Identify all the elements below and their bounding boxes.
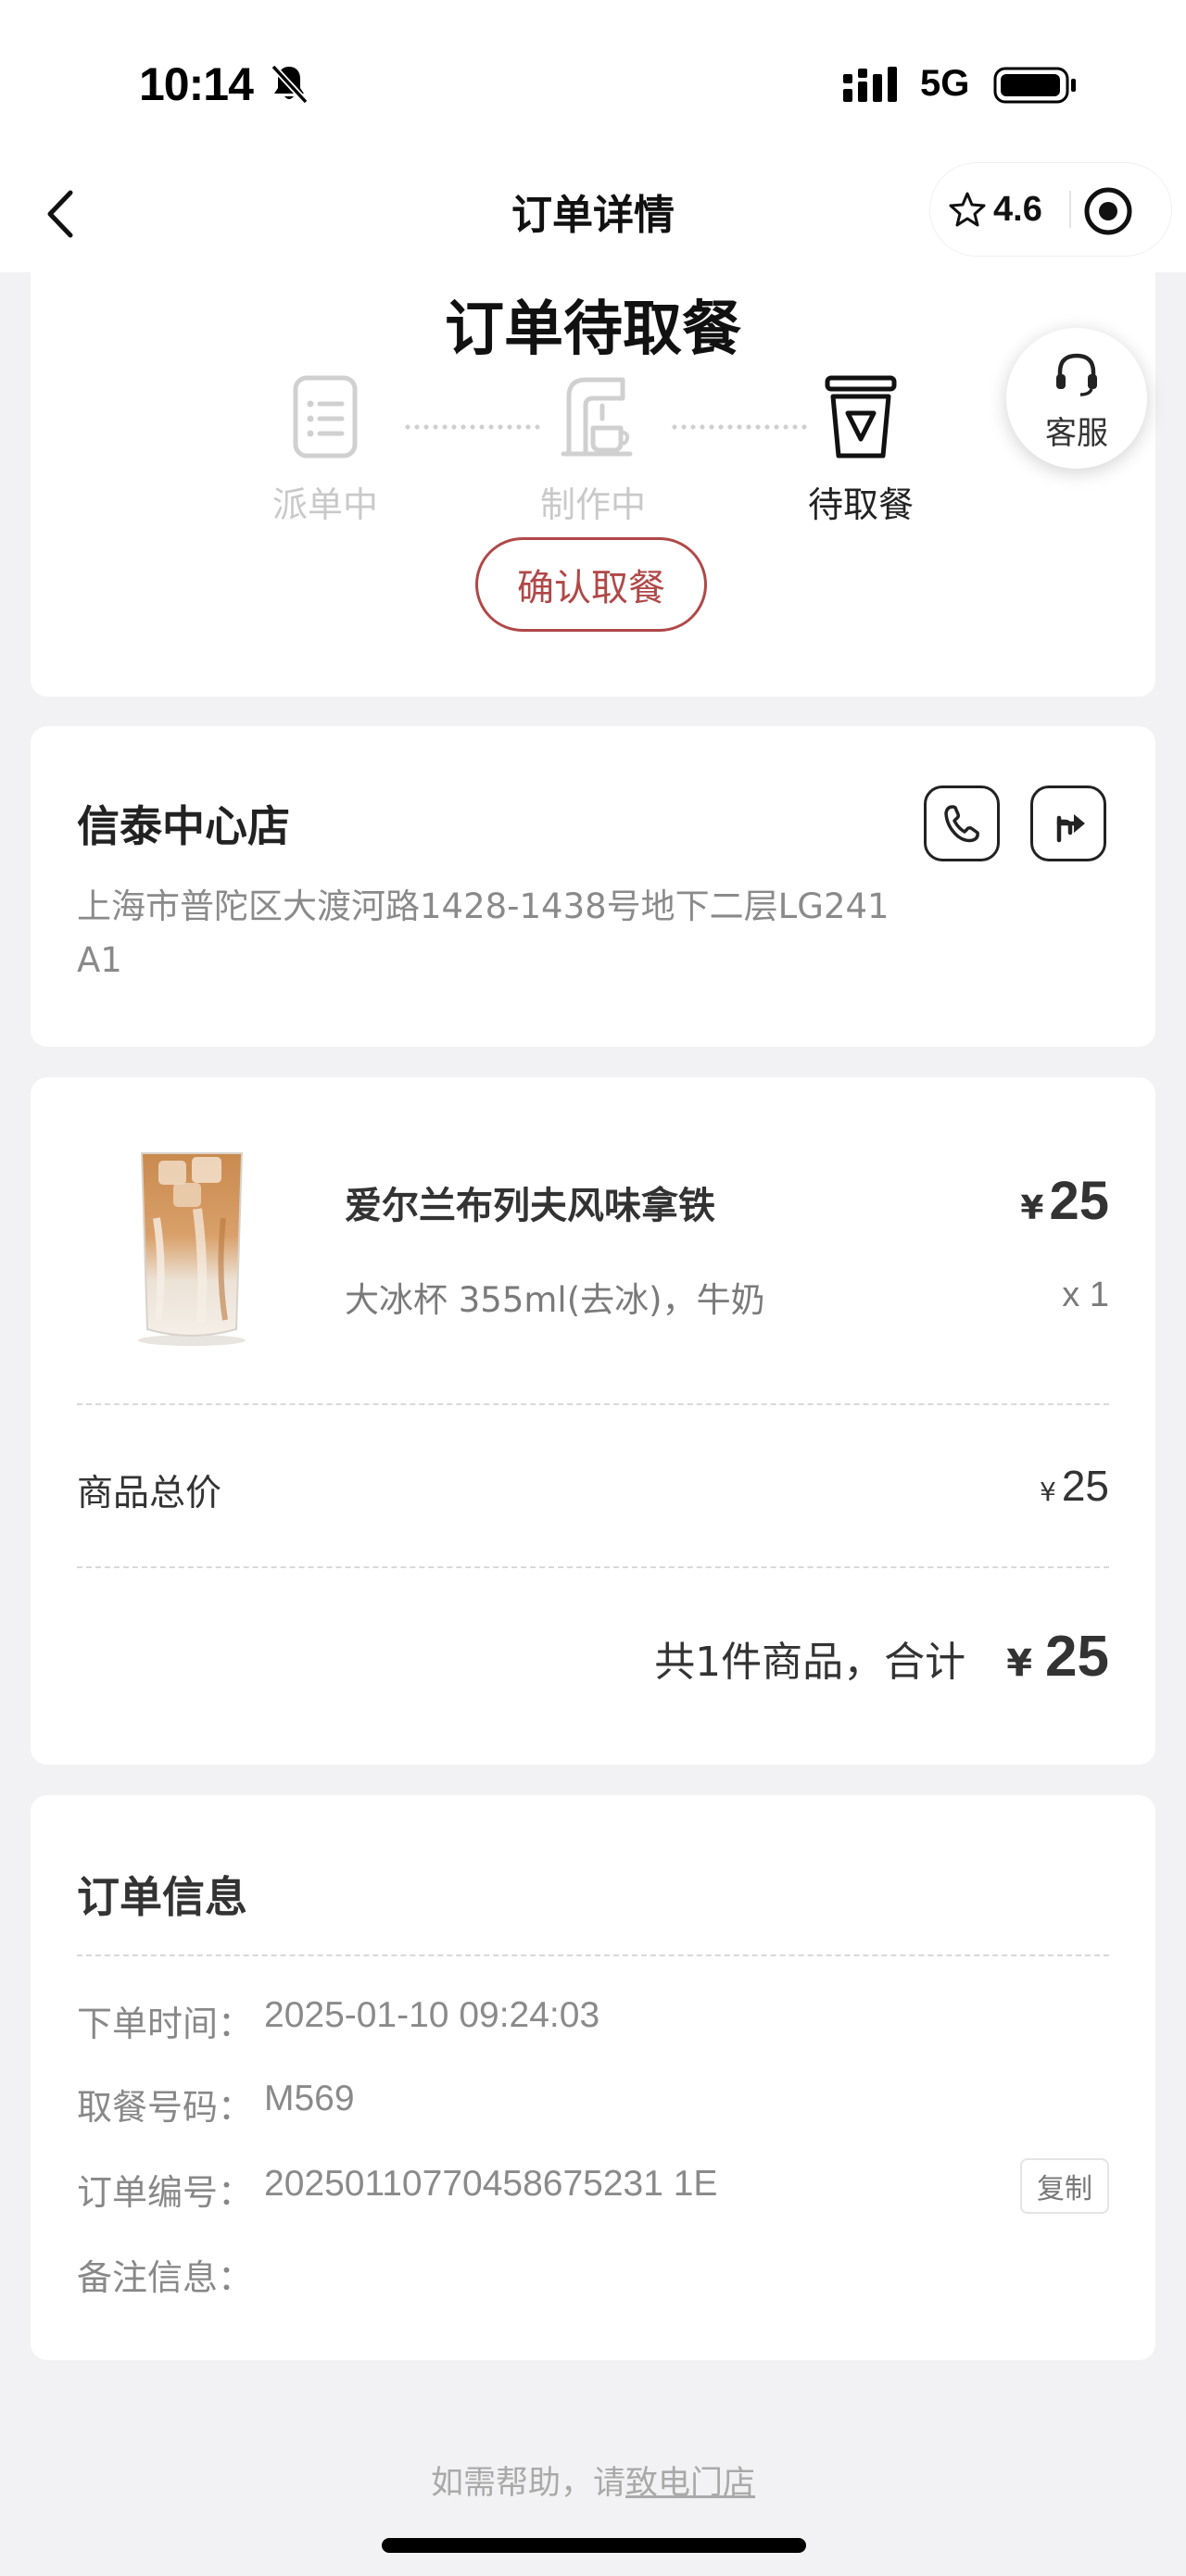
product-card: 爱尔兰布列夫风味拿铁 大冰杯 355ml(去冰)，牛奶 ¥ 25 x 1 商品总… bbox=[31, 1077, 1155, 1765]
info-label: 订单编号： bbox=[77, 2172, 254, 2213]
coffee-machine-icon bbox=[561, 377, 633, 457]
info-label: 取餐号码： bbox=[77, 2087, 254, 2128]
step-making: 制作中 bbox=[500, 372, 686, 530]
copy-order-number-button[interactable]: 复制 bbox=[1020, 2158, 1109, 2214]
rating-value: 4.6 bbox=[993, 189, 1042, 229]
subtotal-amount: 25 bbox=[1061, 1462, 1109, 1510]
total-amount: 25 bbox=[1045, 1625, 1109, 1689]
subtotal-label: 商品总价 bbox=[77, 1473, 222, 1514]
product-quantity: x 1 bbox=[1062, 1275, 1109, 1314]
total-label: 共1件商品，合计 bbox=[654, 1639, 966, 1686]
order-status-title: 订单待取餐 bbox=[445, 295, 741, 364]
headset-icon bbox=[1056, 353, 1097, 396]
call-store-button[interactable] bbox=[924, 785, 1000, 861]
pickup-number-row: 取餐号码： M569 bbox=[77, 2079, 1109, 2134]
step-label: 派单中 bbox=[271, 484, 378, 525]
subtotal-value: ¥ 25 bbox=[1040, 1461, 1109, 1511]
top-bar: 10:14 5G 订单详情 4.6 bbox=[0, 0, 1186, 272]
product-spec: 大冰杯 355ml(去冰)，牛奶 bbox=[345, 1280, 765, 1320]
navigation-icon bbox=[1056, 814, 1085, 843]
mini-program-capsule: 4.6 bbox=[930, 163, 1171, 256]
product-name: 爱尔兰布列夫风味拿铁 bbox=[345, 1185, 715, 1227]
navigate-button[interactable] bbox=[1030, 785, 1106, 861]
divider bbox=[77, 1566, 1109, 1568]
step-label: 制作中 bbox=[539, 484, 646, 525]
customer-service-button[interactable]: 客服 bbox=[1006, 328, 1147, 469]
order-info-title: 订单信息 bbox=[77, 1872, 247, 1922]
signal-icon bbox=[843, 67, 897, 102]
bell-slash-icon bbox=[271, 64, 309, 105]
rating-button[interactable]: 4.6 bbox=[949, 189, 1042, 230]
cup-icon bbox=[825, 375, 897, 459]
store-card: 信泰中心店 上海市普陀区大渡河路1428-1438号地下二层LG241A1 bbox=[31, 726, 1155, 1047]
step-awaiting-pickup: 待取餐 bbox=[768, 372, 953, 530]
currency-symbol: ¥ bbox=[1040, 1476, 1056, 1507]
info-label: 备注信息： bbox=[77, 2257, 254, 2298]
info-value: 20250110770458675231 1E bbox=[264, 2164, 718, 2204]
call-store-link[interactable]: 致电门店 bbox=[625, 2465, 755, 2502]
info-label: 下单时间： bbox=[77, 2004, 254, 2044]
store-address: 上海市普陀区大渡河路1428-1438号地下二层LG241A1 bbox=[77, 886, 890, 980]
order-status-card: 订单待取餐 派单中 制作中 待取餐 确认取餐 bbox=[31, 213, 1155, 697]
order-number-row: 订单编号： 20250110770458675231 1E 复制 bbox=[77, 2158, 1109, 2219]
confirm-pickup-button[interactable]: 确认取餐 bbox=[475, 537, 707, 632]
phone-icon bbox=[944, 805, 979, 843]
product-price: ¥ 25 bbox=[1020, 1170, 1109, 1232]
product-price-value: 25 bbox=[1049, 1171, 1109, 1231]
target-icon[interactable] bbox=[1082, 185, 1134, 237]
status-time: 10:14 bbox=[139, 58, 254, 110]
divider bbox=[77, 1954, 1109, 1956]
remarks-row: 备注信息： bbox=[77, 2249, 1109, 2305]
divider bbox=[77, 1403, 1109, 1405]
info-value: M569 bbox=[264, 2079, 355, 2118]
product-image bbox=[138, 1152, 246, 1346]
help-prefix: 如需帮助，请 bbox=[430, 2465, 625, 2502]
help-text: 如需帮助，请致电门店 bbox=[0, 2457, 1186, 2504]
info-value: 2025-01-10 09:24:03 bbox=[264, 1995, 600, 2035]
step-dispatching: 派单中 bbox=[233, 372, 418, 530]
battery-icon bbox=[993, 67, 1076, 104]
store-name: 信泰中心店 bbox=[77, 801, 290, 851]
network-label: 5G bbox=[920, 63, 970, 104]
capsule-divider bbox=[1069, 191, 1071, 228]
order-info-card: 订单信息 下单时间： 2025-01-10 09:24:03 取餐号码： M56… bbox=[31, 1795, 1155, 2360]
home-indicator bbox=[382, 2538, 806, 2553]
order-total: 共1件商品，合计 ¥ 25 bbox=[654, 1624, 1109, 1690]
order-time-row: 下单时间： 2025-01-10 09:24:03 bbox=[77, 1995, 1109, 2051]
currency-symbol: ¥ bbox=[1020, 1189, 1044, 1227]
currency-symbol: ¥ bbox=[1006, 1642, 1033, 1685]
customer-service-label: 客服 bbox=[1045, 415, 1108, 452]
step-label: 待取餐 bbox=[807, 484, 914, 525]
star-icon bbox=[949, 192, 986, 227]
order-list-icon bbox=[293, 375, 358, 459]
